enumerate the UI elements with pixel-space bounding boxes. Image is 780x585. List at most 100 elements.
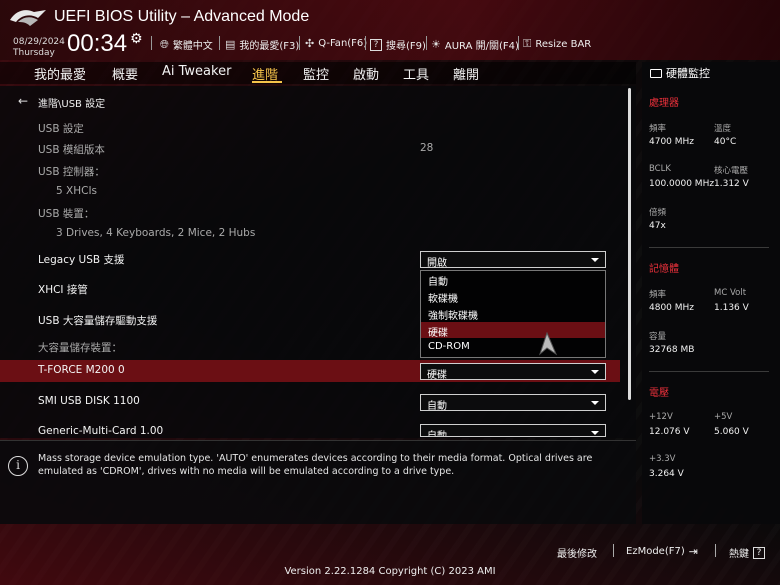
divider	[613, 544, 614, 557]
device-2-value: 自動	[427, 401, 447, 412]
favorites-label: 我的最愛(F3)	[239, 41, 300, 52]
divider	[649, 247, 769, 248]
tab-boot[interactable]: 啟動	[353, 64, 379, 83]
divider	[365, 36, 366, 50]
tab-tool[interactable]: 工具	[403, 64, 429, 83]
vcore-label: 核心電壓	[714, 166, 749, 176]
hotkeys-key-icon: ?	[753, 546, 765, 559]
hotkeys-label: 熱鍵	[729, 549, 749, 560]
mc-volt-value: 1.136 V	[714, 303, 749, 313]
app-title: UEFI BIOS Utility – Advanced Mode	[54, 8, 310, 25]
device-3-value: 自動	[427, 431, 447, 437]
aura-button[interactable]: ☀ AURA 開/關(F4)	[431, 37, 519, 52]
ratio-label: 倍頻	[649, 208, 667, 218]
cpu-freq-value: 4700 MHz	[649, 137, 695, 147]
legacy-usb-select[interactable]: 開啟	[420, 251, 606, 269]
divider	[715, 544, 716, 557]
device-2-label: SMI USB DISK 1100	[38, 395, 140, 407]
help-text: Mass storage device emulation type. 'AUT…	[38, 453, 593, 477]
exit-arrow-icon: ⇥	[688, 545, 698, 558]
divider	[299, 36, 300, 50]
controllers-label: USB 控制器：	[38, 166, 105, 178]
device-1-label[interactable]: T-FORCE M200 0	[38, 364, 125, 376]
device-2-select[interactable]: 自動	[420, 394, 606, 412]
hardware-monitor-title-text: 硬體監控	[666, 67, 710, 80]
help-icon: ?	[370, 38, 382, 51]
resize-bar-icon: ⚿	[523, 37, 532, 50]
active-tab-underline	[252, 81, 282, 83]
clock-settings-gear-icon[interactable]: ⚙	[130, 31, 143, 47]
v12-label: +12V	[649, 412, 673, 422]
tab-exit[interactable]: 離開	[453, 64, 479, 83]
search-label: 搜尋(F9)	[386, 41, 426, 52]
tab-ai-tweaker[interactable]: Ai Tweaker	[162, 64, 231, 79]
tab-favorites[interactable]: 我的最愛	[34, 64, 86, 83]
ratio-value: 47x	[649, 221, 666, 231]
aura-icon: ☀	[431, 38, 441, 51]
devices-value: 3 Drives, 4 Keyboards, 2 Mice, 2 Hubs	[56, 227, 256, 239]
voltage-heading: 電壓	[649, 388, 669, 399]
fan-icon: ✣	[305, 37, 315, 50]
tab-monitor[interactable]: 監控	[303, 64, 329, 83]
divider	[151, 36, 152, 50]
popup-option-cdrom[interactable]: CD-ROM	[421, 339, 605, 355]
mouse-cursor-icon	[538, 332, 558, 356]
resize-bar-label: Resize BAR	[535, 38, 592, 50]
chevron-down-icon	[591, 258, 599, 262]
legacy-usb-label: Legacy USB 支援	[38, 254, 125, 266]
hotkeys-button[interactable]: 熱鍵 ?	[729, 545, 765, 560]
chevron-down-icon	[591, 431, 599, 435]
globe-icon: 🌐︎	[160, 37, 169, 51]
memory-heading: 記憶體	[649, 264, 679, 275]
tab-main[interactable]: 概要	[112, 64, 138, 83]
monitor-icon	[650, 68, 662, 78]
divider	[426, 36, 427, 50]
hardware-monitor-title: 硬體監控	[650, 65, 710, 81]
mem-freq-value: 4800 MHz	[649, 303, 695, 313]
version-text: Version 2.22.1284 Copyright (C) 2023 AMI	[284, 566, 496, 577]
device-3-select[interactable]: 自動	[420, 424, 606, 437]
favorites-button[interactable]: ▤ 我的最愛(F3)	[225, 37, 299, 52]
v12-value: 12.076 V	[649, 427, 690, 437]
chevron-down-icon	[591, 370, 599, 374]
language-label: 繁體中文	[172, 41, 213, 52]
breadcrumb: 進階\USB 設定	[38, 99, 106, 110]
capacity-label: 容量	[649, 332, 667, 342]
popup-option-floppy[interactable]: 軟碟機	[421, 288, 605, 305]
language-button[interactable]: 🌐︎ 繁體中文	[160, 37, 213, 53]
favorite-icon: ▤	[225, 38, 236, 51]
resize-bar-button[interactable]: ⚿ Resize BAR	[523, 37, 591, 51]
date-text: 08/29/2024	[13, 37, 65, 47]
mass-storage-devices-label: 大容量儲存裝置：	[38, 342, 122, 354]
qfan-button[interactable]: ✣ Q-Fan(F6)	[305, 37, 367, 50]
ezmode-button[interactable]: EzMode(F7) ⇥	[626, 545, 698, 558]
v33-value: 3.264 V	[649, 469, 684, 479]
v5-value: 5.060 V	[714, 427, 749, 437]
mass-storage-driver-label: USB 大容量儲存驅動支援	[38, 315, 158, 327]
qfan-label: Q-Fan(F6)	[318, 38, 368, 49]
module-version-label: USB 模組版本	[38, 144, 105, 156]
aura-label: AURA 開/關(F4)	[444, 41, 519, 52]
processor-heading: 處理器	[649, 98, 679, 109]
controllers-value: 5 XHCIs	[56, 185, 98, 197]
legacy-usb-value: 開啟	[427, 258, 447, 269]
popup-option-auto[interactable]: 自動	[421, 271, 605, 288]
popup-option-forced-floppy[interactable]: 強制軟碟機	[421, 305, 605, 322]
device-1-select[interactable]: 硬碟	[420, 363, 606, 381]
back-arrow-icon[interactable]: ←	[18, 94, 28, 108]
date-display: 08/29/2024 Thursday	[13, 37, 65, 59]
capacity-value: 32768 MB	[649, 345, 695, 355]
popup-option-hard-disk[interactable]: 硬碟	[421, 322, 605, 339]
clock-time: 00:34	[67, 30, 128, 57]
divider	[518, 36, 519, 50]
search-button[interactable]: ? 搜尋(F9)	[370, 37, 426, 52]
emulation-type-popup: 自動 軟碟機 強制軟碟機 硬碟 CD-ROM	[420, 270, 606, 358]
device-3-label: Generic-Multi-Card 1.00	[38, 425, 164, 437]
last-modified-button[interactable]: 最後修改	[557, 545, 597, 560]
divider	[219, 36, 220, 50]
divider	[649, 371, 769, 372]
module-version-value: 28	[420, 142, 434, 154]
rog-logo-icon	[10, 10, 46, 26]
device-1-value: 硬碟	[427, 370, 447, 381]
scrollbar[interactable]	[628, 88, 631, 400]
